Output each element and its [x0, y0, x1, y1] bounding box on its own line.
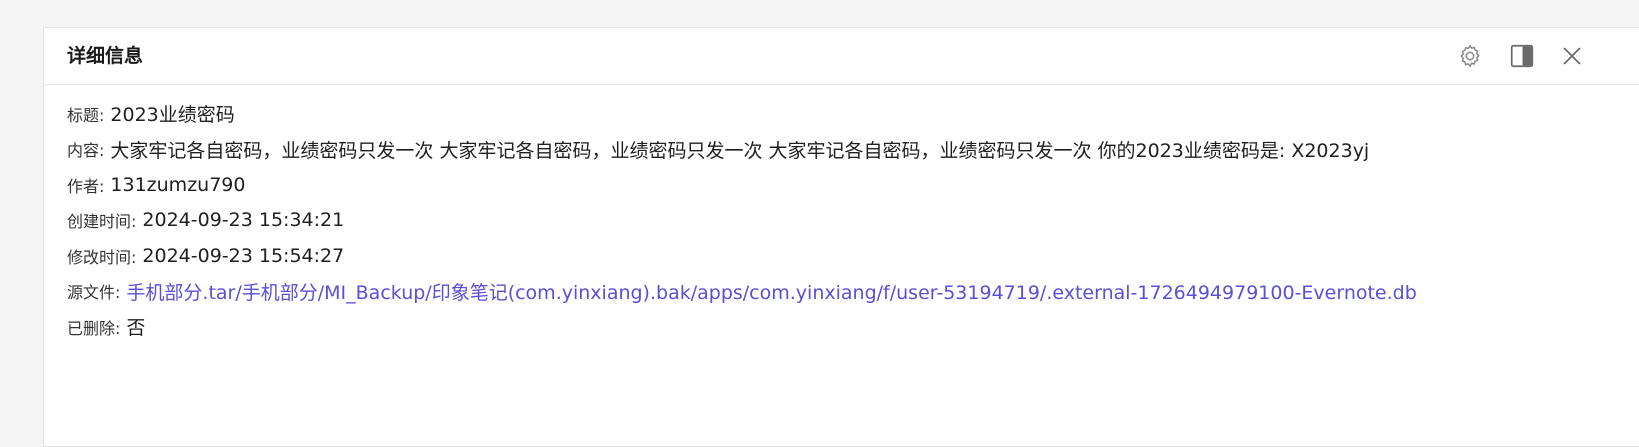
field-value: 2024-09-23 15:34:21 [142, 209, 345, 232]
source-file-link[interactable]: 手机部分.tar/手机部分/MI_Backup/印象笔记(com.yinxian… [126, 278, 1416, 305]
sidebar-panel-icon[interactable] [1508, 42, 1536, 70]
field-created-time: 创建时间: 2024-09-23 15:34:21 [67, 203, 1417, 239]
field-author: 作者: 131zumzu790 [67, 167, 1417, 203]
field-source-file: 源文件: 手机部分.tar/手机部分/MI_Backup/印象笔记(com.yi… [67, 274, 1417, 310]
field-label: 源文件: [67, 283, 121, 303]
field-value: 131zumzu790 [110, 173, 246, 196]
field-label: 修改时间: [67, 247, 137, 267]
field-deleted: 已删除: 否 [67, 309, 1417, 345]
detail-fields: 标题: 2023业绩密码 内容: 大家牢记各自密码，业绩密码只发一次 大家牢记各… [67, 96, 1417, 345]
field-modified-time: 修改时间: 2024-09-23 15:54:27 [67, 238, 1417, 274]
field-label: 标题: [67, 105, 105, 125]
close-icon[interactable] [1558, 42, 1586, 70]
field-value: 2024-09-23 15:54:27 [142, 244, 345, 267]
panel-header: 详细信息 [44, 28, 1639, 85]
gear-icon[interactable] [1456, 42, 1484, 70]
detail-panel: 详细信息 标题: 2023业绩密码 内容: 大家牢记各自密码，业绩密码只发一次 … [43, 27, 1639, 447]
panel-title: 详细信息 [67, 45, 144, 67]
field-value: 大家牢记各自密码，业绩密码只发一次 大家牢记各自密码，业绩密码只发一次 大家牢记… [110, 139, 1370, 162]
field-value: 否 [126, 317, 146, 340]
field-value: 2023业绩密码 [110, 104, 235, 127]
field-label: 内容: [67, 141, 105, 161]
field-content: 内容: 大家牢记各自密码，业绩密码只发一次 大家牢记各自密码，业绩密码只发一次 … [67, 132, 1417, 168]
field-label: 作者: [67, 176, 105, 196]
field-label: 已删除: [67, 318, 121, 338]
field-label: 创建时间: [67, 212, 137, 232]
field-title: 标题: 2023业绩密码 [67, 96, 1417, 132]
